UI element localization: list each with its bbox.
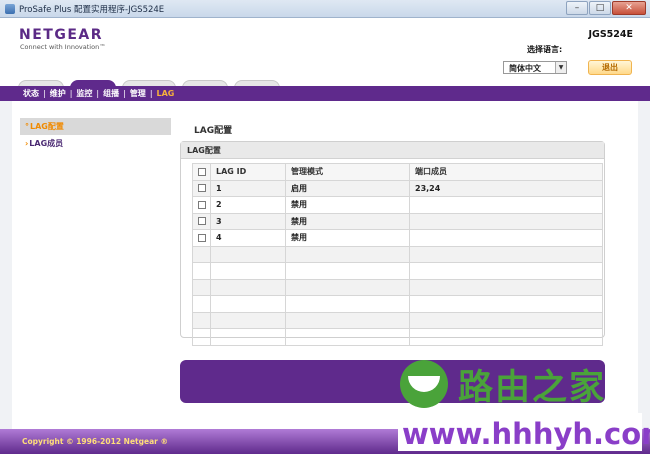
row-checkbox[interactable] [192,212,211,230]
sidebar-item-lag-members[interactable]: › LAG成员 [20,135,171,152]
table-row-empty [192,295,603,313]
select-all-checkbox[interactable] [192,163,211,181]
mode-cell: 禁用 [285,196,410,214]
separator: | [149,89,153,98]
checkbox-icon [197,184,206,193]
chevron-down-icon: ▼ [555,62,566,73]
panel-title: LAG配置 [181,142,604,159]
table-row-empty [192,328,603,346]
sub-navigation: 状态 | 维护 | 监控 | 组播 | 管理 | LAG [0,86,650,101]
separator: | [43,89,46,98]
subnav-status[interactable]: 状态 [23,88,39,99]
window-controls: – □ ✕ [566,1,646,15]
close-button[interactable]: ✕ [612,1,646,15]
watermark-url: www.hhhyh.com [402,417,650,451]
members-cell [409,196,603,214]
table-row-empty [192,278,603,296]
language-select[interactable]: 简体中文 ▼ [503,61,567,74]
device-model: JGS524E [588,29,634,40]
checkbox-icon [197,200,206,209]
members-cell: 23,24 [409,179,603,197]
checkbox-icon [197,167,206,176]
watermark-title: 路由之家 [458,368,607,408]
lag-id-cell: 3 [210,212,286,230]
column-header: LAG ID [210,163,286,181]
table-row: 3 禁用 [192,212,603,230]
lag-table: LAG ID 管理模式 端口成员 1 启用 23,24 2 禁用 3 禁用 4 … [192,163,603,346]
language-value: 简体中文 [509,64,541,73]
logo-tagline: Connect with Innovation™ [20,43,106,51]
app-header: NETGEAR Connect with Innovation™ JGS524E… [0,18,650,104]
lag-id-cell: 1 [210,179,286,197]
lag-id-cell: 2 [210,196,286,214]
table-row-empty [192,262,603,280]
table-row: 2 禁用 [192,196,603,214]
table-row: 1 启用 23,24 [192,179,603,197]
checkbox-icon [197,217,206,226]
sidebar-item-label: LAG配置 [30,122,64,131]
subnav-lag[interactable]: LAG [157,89,175,98]
bullet-icon: › [25,139,29,148]
bullet-icon: ° [25,122,29,131]
page-title: LAG配置 [194,126,233,136]
members-cell [409,229,603,247]
subnav-monitoring[interactable]: 监控 [76,88,92,99]
mode-cell: 禁用 [285,229,410,247]
separator: | [123,89,126,98]
logout-button[interactable]: 退出 [588,60,632,75]
sidebar-item-lag-config[interactable]: ° LAG配置 [20,118,171,135]
lag-id-cell: 4 [210,229,286,247]
subnav-multicast[interactable]: 组播 [103,88,119,99]
column-header: 端口成员 [409,163,603,181]
mode-cell: 启用 [285,179,410,197]
language-label: 选择语言: [527,45,563,54]
checkbox-icon [197,233,206,242]
row-checkbox[interactable] [192,179,211,197]
row-checkbox[interactable] [192,196,211,214]
table-row-empty [192,311,603,329]
separator: | [69,89,73,98]
sidebar: ° LAG配置 › LAG成员 [20,118,171,152]
netgear-logo: NETGEAR [19,27,103,43]
table-row-empty [192,245,603,263]
separator: | [96,89,100,98]
subnav-maintenance[interactable]: 维护 [50,88,66,99]
lag-config-panel: LAG配置 LAG ID 管理模式 端口成员 1 启用 23,24 2 禁用 3… [180,141,605,346]
watermark-logo-icon [400,360,448,408]
subnav-management[interactable]: 管理 [130,88,146,99]
maximize-button[interactable]: □ [589,1,611,15]
window-title: ProSafe Plus 配置实用程序-JGS524E [19,5,165,15]
window-titlebar: ProSafe Plus 配置实用程序-JGS524E – □ ✕ [0,0,650,18]
column-header: 管理模式 [285,163,410,181]
copyright-text: Copyright © 1996-2012 Netgear ® [22,437,168,446]
mode-cell: 禁用 [285,212,410,230]
app-icon [5,4,15,14]
members-cell [409,212,603,230]
table-row: 4 禁用 [192,229,603,247]
table-header-row: LAG ID 管理模式 端口成员 [192,163,603,181]
row-checkbox[interactable] [192,229,211,247]
sidebar-item-label: LAG成员 [29,139,64,148]
minimize-button[interactable]: – [566,1,588,15]
